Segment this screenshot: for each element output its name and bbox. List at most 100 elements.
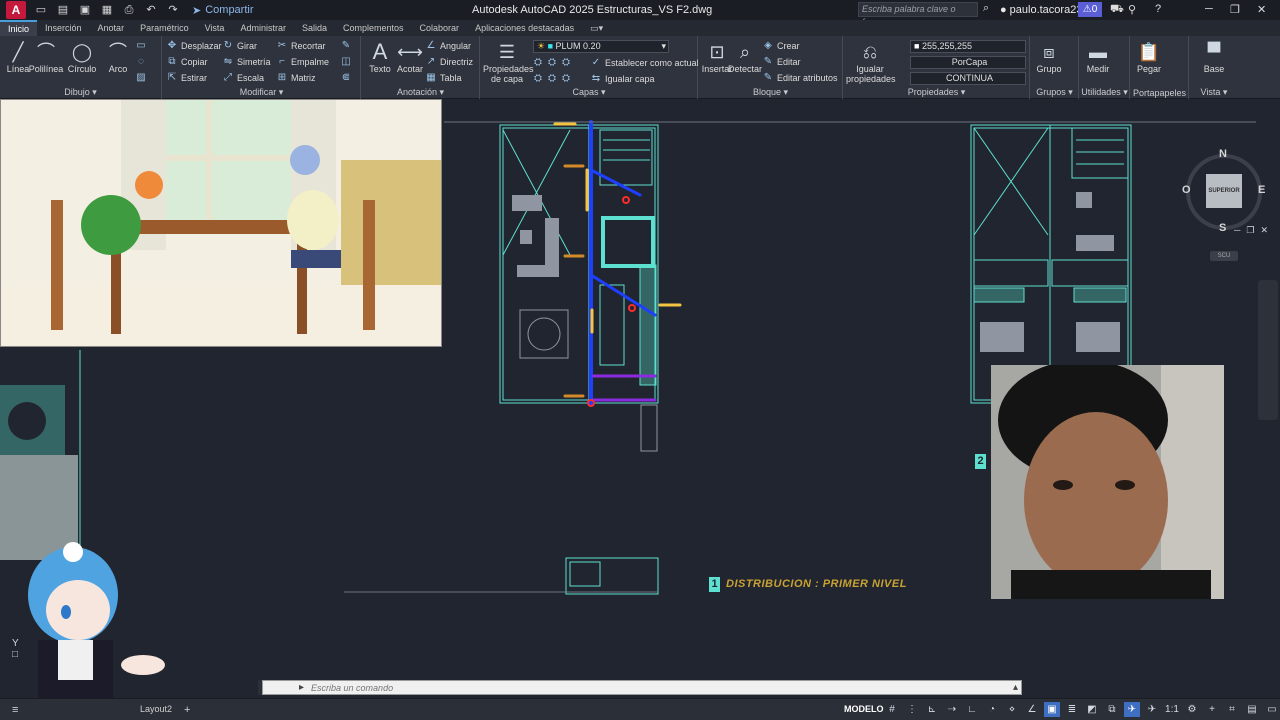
minimize-icon[interactable]: ─ [1205, 3, 1213, 15]
cube-face-top[interactable]: SUPERIOR [1206, 174, 1242, 208]
lineweight-dropdown[interactable]: CONTINUA [910, 72, 1026, 85]
command-history-icon[interactable]: ▴ [1010, 682, 1021, 693]
fillet-tool[interactable]: ⌐ Empalme [277, 56, 329, 67]
array-tool[interactable]: ⊞ Matriz [277, 72, 316, 83]
ucs-menu[interactable]: SCU [1210, 251, 1238, 261]
polar-icon[interactable]: ◔ [984, 702, 1000, 717]
connect-icon[interactable]: ⚲ [1128, 3, 1136, 16]
open-file-icon[interactable]: ▤ [56, 3, 70, 17]
annotation-monitor-icon[interactable]: + [1204, 702, 1220, 717]
maximize-icon[interactable]: ❐ [1230, 3, 1240, 16]
search-icon[interactable]: ⌕ [983, 2, 989, 15]
offset-tool[interactable]: ⋐ [341, 72, 351, 83]
detect-tool[interactable]: ⌕ Detectar [727, 40, 763, 74]
search-input[interactable]: Escriba palabra clave o frase [858, 2, 978, 27]
auto-scale-icon[interactable]: ✈ [1144, 702, 1160, 717]
group-tool[interactable]: ⧈ Grupo [1031, 40, 1067, 74]
command-input[interactable] [307, 681, 1010, 694]
panel-label-anotacion[interactable]: Anotación ▾ [362, 87, 479, 98]
leader-tool[interactable]: ↗ Directriz [426, 56, 473, 67]
panel-label-utilidades[interactable]: Utilidades ▾ [1080, 87, 1129, 98]
tab-salida[interactable]: Salida [294, 20, 335, 36]
units-icon[interactable]: ⌗ [1224, 702, 1240, 717]
paste-tool[interactable]: 📋 Pegar [1131, 40, 1167, 74]
base-view-tool[interactable]: ▀ Base [1196, 40, 1232, 74]
tab-vista[interactable]: Vista [197, 20, 233, 36]
cart-icon[interactable]: ⛟ [1110, 3, 1124, 17]
ortho-icon[interactable]: ∟ [964, 702, 980, 717]
panel-label-portapapeles[interactable]: Portapapeles [1131, 88, 1188, 98]
mirror-tool[interactable]: ⇋ Simetría [223, 56, 271, 67]
viewcube[interactable]: SUPERIOR N S E O [1182, 148, 1265, 240]
tab-complementos[interactable]: Complementos [335, 20, 412, 36]
clean-screen-icon[interactable]: ▭ [1264, 702, 1280, 717]
lineweight-icon[interactable]: ≣ [1064, 702, 1080, 717]
ribbon-minimize-icon[interactable]: ▭▾ [582, 20, 611, 36]
transparency-icon[interactable]: ◩ [1084, 702, 1100, 717]
annotation-scale-label[interactable]: 1:1 [1164, 702, 1180, 717]
save-icon[interactable]: ▣ [78, 3, 92, 17]
table-tool[interactable]: ▦ Tabla [426, 72, 461, 83]
angular-tool[interactable]: ∠ Angular [426, 40, 472, 51]
match-properties-tool[interactable]: ⎌ Igualar propiedades [846, 40, 896, 84]
erase-tool[interactable]: ✎ [341, 40, 351, 51]
dynamic-input-icon[interactable]: ⇢ [944, 702, 960, 717]
menu-icon[interactable]: ≡ [8, 704, 22, 716]
selection-cycling-icon[interactable]: ⧉ [1104, 702, 1120, 717]
color-dropdown[interactable]: ■ 255,255,255 [910, 40, 1026, 53]
explode-tool[interactable]: ◫ [341, 56, 351, 67]
plot-icon[interactable]: ⎙ [122, 3, 136, 17]
navigation-bar[interactable] [1258, 280, 1278, 420]
panel-label-vista[interactable]: Vista ▾ [1190, 87, 1238, 98]
close-icon[interactable]: ✕ [1257, 3, 1266, 16]
share-button[interactable]: ➤ Compartir [192, 4, 254, 17]
match-layer-tool[interactable]: ⇆ Igualar capa [591, 73, 655, 84]
west-label[interactable]: O [1182, 184, 1191, 196]
dimension-tool[interactable]: ⟷ Acotar [392, 40, 428, 74]
edit-attributes-tool[interactable]: ✎ Editar atributos [763, 72, 838, 83]
osnap-icon[interactable]: ▣ [1044, 702, 1060, 717]
new-file-icon[interactable]: ▭ [34, 3, 48, 17]
rotate-tool[interactable]: ↻ Girar [223, 40, 257, 51]
trim-tool[interactable]: ✂ Recortar [277, 40, 326, 51]
help-icon[interactable]: ? [1155, 3, 1161, 15]
workspace-gear-icon[interactable]: ⚙ [1184, 702, 1200, 717]
copy-tool[interactable]: ⧉ Copiar [167, 56, 207, 67]
annotation-visibility-icon[interactable]: ✈ [1124, 702, 1140, 717]
polyline-tool[interactable]: ⌒ Polilínea [28, 40, 64, 74]
add-layout-icon[interactable]: + [180, 704, 194, 716]
isodraft-icon[interactable]: ⋄ [1004, 702, 1020, 717]
grid-icon[interactable]: # [884, 702, 900, 717]
set-current-layer-tool[interactable]: ✓ Establecer como actual [591, 57, 699, 68]
panel-label-bloque[interactable]: Bloque ▾ [699, 87, 842, 98]
autocad-logo-icon[interactable]: A [6, 1, 26, 19]
snap-icon[interactable]: ⋮ [904, 702, 920, 717]
user-account[interactable]: ● paulo.tacora23 [1000, 4, 1082, 16]
scale-tool[interactable]: ⤢ Escala [223, 72, 264, 83]
linetype-dropdown[interactable]: PorCapa [910, 56, 1026, 69]
model-space-label[interactable]: MODELO [844, 704, 884, 714]
panel-label-propiedades[interactable]: Propiedades ▾ [844, 87, 1029, 98]
quick-properties-icon[interactable]: ▤ [1244, 702, 1260, 717]
create-block-tool[interactable]: ◈ Crear [763, 40, 799, 51]
panel-label-modificar[interactable]: Modificar ▾ [163, 87, 360, 98]
save-as-icon[interactable]: ▦ [100, 3, 114, 17]
move-tool[interactable]: ✥ Desplazar [167, 40, 222, 51]
stretch-tool[interactable]: ⇱ Estirar [167, 72, 207, 83]
arc-tool[interactable]: ⌒ Arco [100, 40, 136, 74]
undo-icon[interactable]: ↶ [144, 3, 158, 17]
edit-block-tool[interactable]: ✎ Editar [763, 56, 801, 67]
layer-properties-tool[interactable]: ☰ Propiedades de capa [483, 40, 534, 84]
infer-icon[interactable]: ⊾ [924, 702, 940, 717]
north-label[interactable]: N [1219, 148, 1227, 160]
object-track-icon[interactable]: ∠ [1024, 702, 1040, 717]
hatch-tool[interactable]: ◌ [136, 56, 146, 67]
tab-colaborar[interactable]: Colaborar [412, 20, 468, 36]
circle-tool[interactable]: ◯ Círculo [64, 40, 100, 74]
layer-tool-row-1[interactable]: ⛭ ⛭ ⛭ [533, 57, 571, 68]
east-label[interactable]: E [1258, 184, 1265, 196]
south-label[interactable]: S [1219, 222, 1226, 234]
tab-insercion[interactable]: Inserción [37, 20, 90, 36]
measure-tool[interactable]: ▬ Medir [1080, 40, 1116, 74]
layer-dropdown[interactable]: ☀ ■ PLUM 0.20 ▾ [533, 40, 669, 53]
